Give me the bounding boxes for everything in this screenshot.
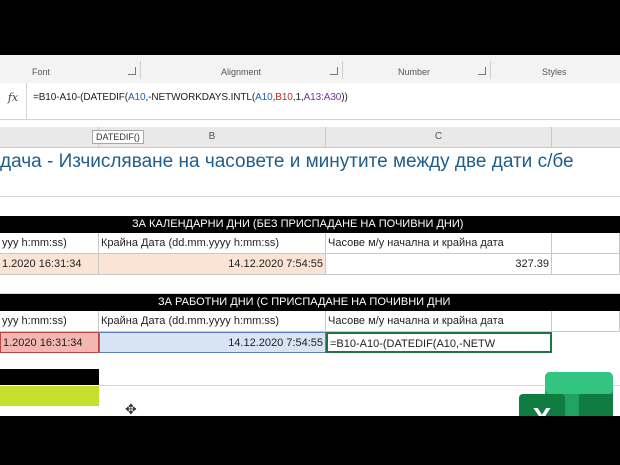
formula-part: A10 <box>127 92 146 103</box>
cell-a10-start-date[interactable]: 1.2020 16:31:34 <box>0 332 99 353</box>
formula-part: A13:A30 <box>303 92 342 103</box>
ribbon-separator <box>140 61 141 79</box>
cell-a-start-date[interactable]: 1.2020 16:31:34 <box>0 254 99 275</box>
cell-c10-formula-edit[interactable]: =B10-A10-(DATEDIF(A10,-NETW <box>326 332 552 353</box>
yellow-green-fill-cell[interactable] <box>0 386 99 406</box>
font-dialog-launcher-icon[interactable] <box>128 67 136 75</box>
ribbon-separator <box>342 61 343 79</box>
cell-d[interactable] <box>552 311 620 332</box>
ribbon-group-font[interactable]: Font <box>32 67 50 77</box>
excel-window: Font Alignment Number Styles fx =B10-A10… <box>0 55 620 416</box>
column-header-d[interactable] <box>552 127 620 148</box>
black-fill-cell[interactable] <box>0 369 99 385</box>
formula-input[interactable]: =B10-A10-(DATEDIF(A10,-NETWORKDAYS.INTL(… <box>33 92 348 103</box>
ribbon: Font Alignment Number Styles <box>0 55 620 84</box>
cell-b-label[interactable]: Крайна Дата (dd.mm.yyyy h:mm:ss) <box>99 233 326 254</box>
cell-b-label[interactable]: Крайна Дата (dd.mm.yyyy h:mm:ss) <box>99 311 326 332</box>
cell-b-end-date[interactable]: 14.12.2020 7:54:55 <box>99 254 326 275</box>
sheet-title: дача - Изчисляване на часовете и минутит… <box>0 151 574 172</box>
cell-b10-end-date[interactable]: 14.12.2020 7:54:55 <box>99 332 326 353</box>
formula-part: A10 <box>255 92 273 103</box>
cell-a-label[interactable]: yyy h:mm:ss) <box>0 311 99 332</box>
section-header-workdays: ЗА РАБОТНИ ДНИ (С ПРИСПАДАНЕ НА ПОЧИВНИ … <box>0 294 620 311</box>
formula-part: ,-NETWORKDAYS.INTL( <box>145 92 256 103</box>
section-header-text: ЗА КАЛЕНДАРНИ ДНИ (БЕЗ ПРИСПАДАНЕ НА ПОЧ… <box>132 218 464 230</box>
function-tooltip[interactable]: DATEDIF() <box>92 130 144 144</box>
section-header-calendar: ЗА КАЛЕНДАРНИ ДНИ (БЕЗ ПРИСПАДАНЕ НА ПОЧ… <box>0 216 620 233</box>
ribbon-separator <box>490 61 491 79</box>
cell-c-label[interactable]: Часове м/у начална и крайна дата <box>326 233 552 254</box>
alignment-dialog-launcher-icon[interactable] <box>330 67 338 75</box>
cell-d[interactable] <box>552 233 620 254</box>
formula-part: B10 <box>275 92 293 103</box>
formula-part: )) <box>341 92 348 103</box>
move-cursor-icon: ✥ <box>125 401 137 416</box>
cell-c-label[interactable]: Часове м/у начална и крайна дата <box>326 311 552 332</box>
number-dialog-launcher-icon[interactable] <box>478 67 486 75</box>
cell-a-label[interactable]: yyy h:mm:ss) <box>0 233 99 254</box>
excel-logo-letter: X <box>533 402 552 416</box>
column-header-a[interactable] <box>0 127 99 148</box>
column-header-c[interactable]: C <box>326 127 552 148</box>
formula-bar[interactable]: fx =B10-A10-(DATEDIF(A10,-NETWORKDAYS.IN… <box>0 83 620 120</box>
gridline <box>0 196 620 197</box>
cell-d[interactable] <box>552 254 620 275</box>
ribbon-group-alignment[interactable]: Alignment <box>221 67 261 77</box>
insert-function-icon[interactable]: fx <box>0 83 27 119</box>
excel-logo-icon: X <box>519 372 613 416</box>
ribbon-group-number[interactable]: Number <box>398 67 430 77</box>
ribbon-group-styles[interactable]: Styles <box>542 67 567 77</box>
formula-part: ,1, <box>292 92 304 103</box>
section-header-text: ЗА РАБОТНИ ДНИ (С ПРИСПАДАНЕ НА ПОЧИВНИ … <box>158 296 451 308</box>
cell-c-hours-result[interactable]: 327.39 <box>326 254 552 275</box>
formula-part: =B10-A10-(DATEDIF( <box>33 92 128 103</box>
